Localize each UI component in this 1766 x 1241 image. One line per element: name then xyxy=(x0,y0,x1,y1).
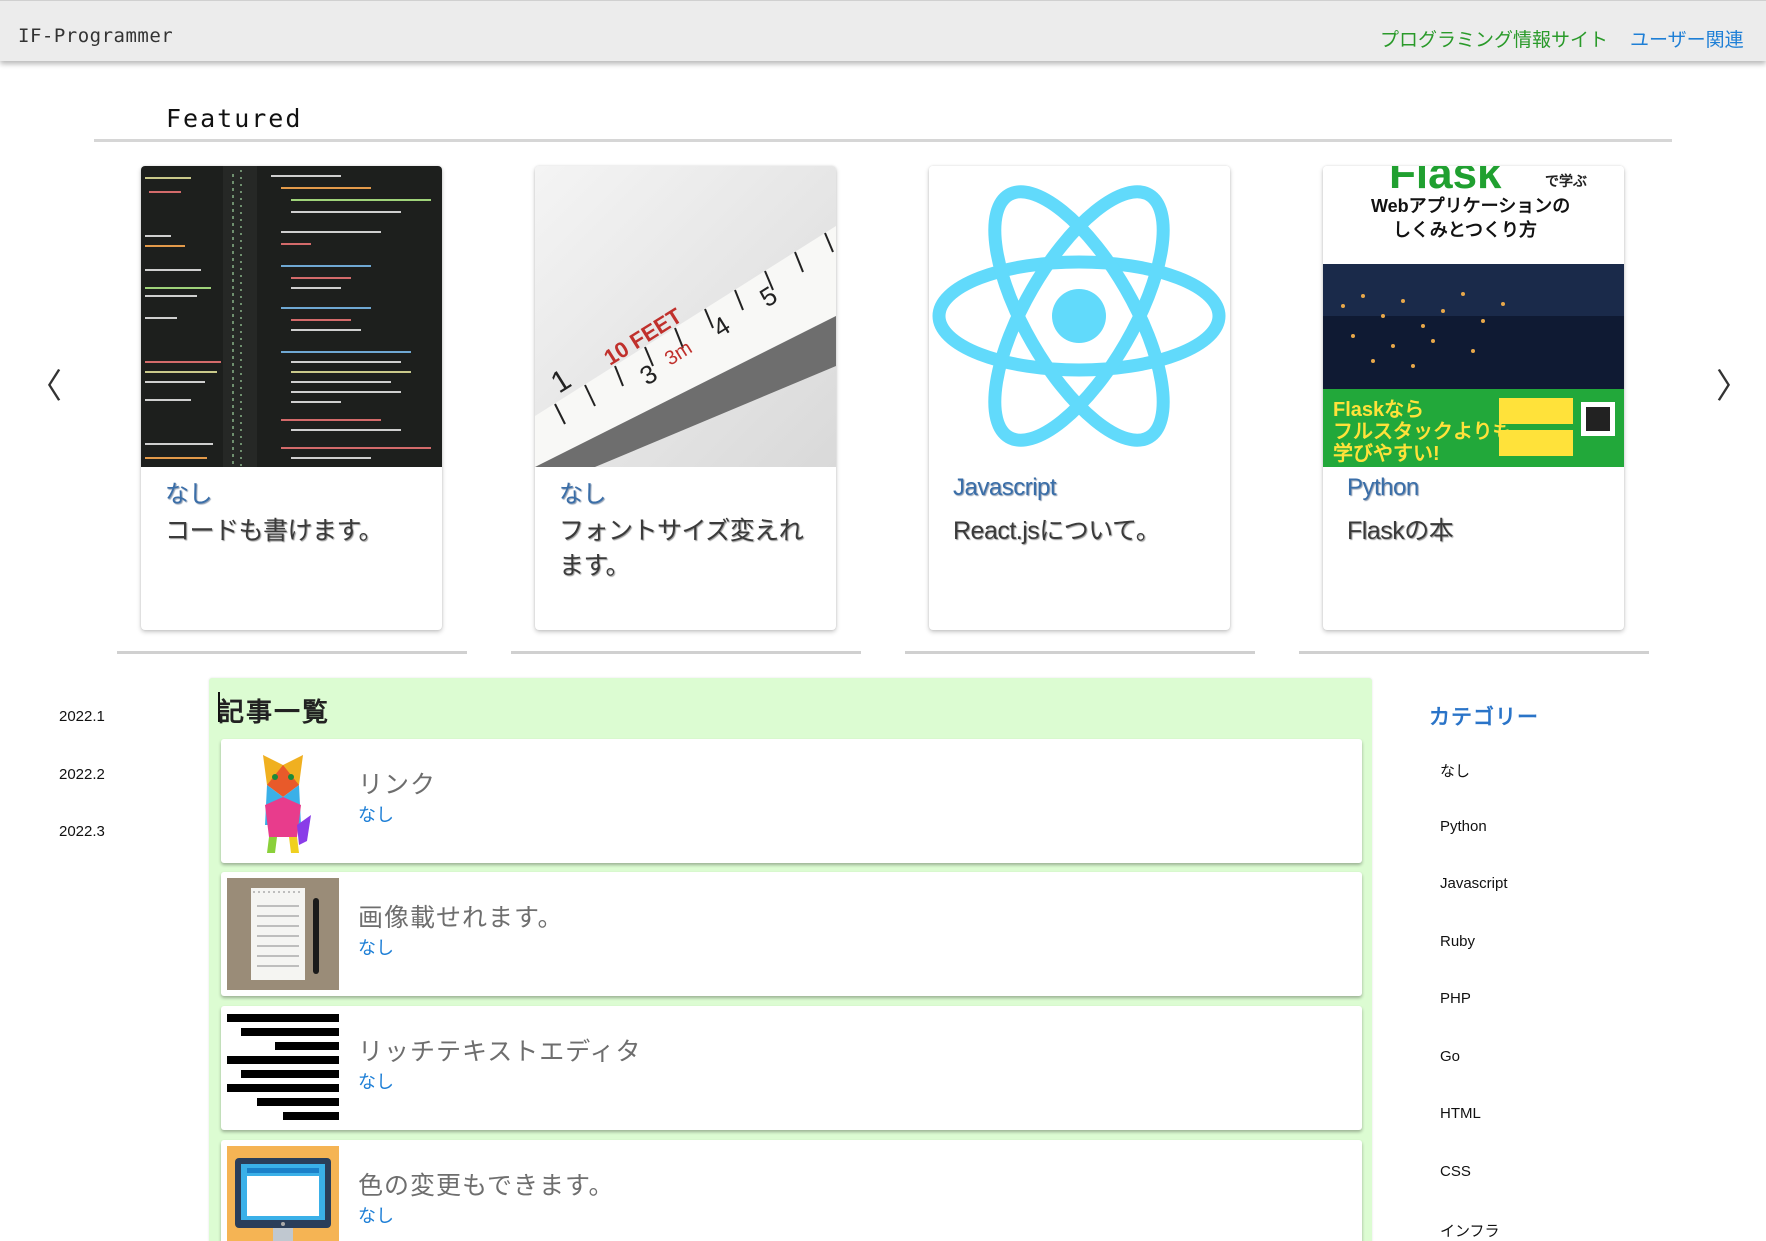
card-title: React.jsについて。 xyxy=(953,517,1161,545)
article-title[interactable]: 色の変更もできます。 xyxy=(358,1166,615,1202)
card-title: Flaskの本 xyxy=(1347,517,1454,545)
text-align-icon xyxy=(227,1012,339,1124)
card-title: コードも書けます。 xyxy=(165,517,384,545)
category-item[interactable]: Python xyxy=(1440,818,1487,835)
article-item[interactable]: リンク なし xyxy=(221,739,1362,863)
nav-link-programming-info[interactable]: プログラミング情報サイト xyxy=(1380,25,1608,52)
card-category[interactable]: Python xyxy=(1347,474,1419,502)
article-item[interactable]: 色の変更もできます。 なし xyxy=(221,1140,1362,1241)
featured-card[interactable]: Flask で学ぶ Webアプリケーションの しくみとつくり方 Flaskなら … xyxy=(1323,166,1624,630)
svg-text:Webアプリケーションの: Webアプリケーションの xyxy=(1371,195,1570,216)
featured-divider xyxy=(94,139,1672,142)
article-category[interactable]: なし xyxy=(358,1202,394,1228)
carousel-prev-arrow-icon[interactable]: 〈 xyxy=(28,370,62,404)
article-item[interactable]: リッチテキストエディタ なし xyxy=(221,1006,1362,1130)
featured-card[interactable]: Javascript React.jsについて。 xyxy=(929,166,1230,630)
article-category[interactable]: なし xyxy=(358,934,394,960)
colorful-cat-thumbnail xyxy=(227,745,339,857)
category-item[interactable]: なし xyxy=(1440,760,1470,781)
code-screenshot-image xyxy=(141,166,442,467)
archive-link[interactable]: 2022.3 xyxy=(59,823,105,840)
card-underline xyxy=(511,651,861,654)
notepad-pen-thumbnail xyxy=(227,878,339,990)
card-category[interactable]: なし xyxy=(165,474,213,509)
category-item[interactable]: Ruby xyxy=(1440,933,1475,950)
featured-card[interactable]: 1 10 FEET 3 3m 4 5 なし フォントサイズ変えれます。 xyxy=(535,166,836,630)
archive-link[interactable]: 2022.2 xyxy=(59,766,105,783)
top-navbar: IF-Programmer プログラミング情報サイト ユーザー関連 xyxy=(0,0,1766,61)
svg-text:Flaskなら: Flaskなら xyxy=(1333,398,1424,421)
card-category[interactable]: Javascript xyxy=(953,474,1057,502)
flask-book-cover-image: Flask で学ぶ Webアプリケーションの しくみとつくり方 Flaskなら … xyxy=(1323,166,1624,467)
card-underline xyxy=(117,651,467,654)
archive-link[interactable]: 2022.1 xyxy=(59,708,105,725)
featured-card[interactable]: なし コードも書けます。 xyxy=(141,166,442,630)
tape-measure-image: 1 10 FEET 3 3m 4 5 xyxy=(535,166,836,467)
category-item[interactable]: HTML xyxy=(1440,1105,1481,1122)
card-category[interactable]: なし xyxy=(559,474,607,509)
category-heading: カテゴリー xyxy=(1429,706,1539,729)
text-cursor xyxy=(218,692,220,722)
card-underline xyxy=(1299,651,1649,654)
nav-link-user[interactable]: ユーザー関連 xyxy=(1630,25,1744,52)
card-underline xyxy=(905,651,1255,654)
react-logo-image xyxy=(929,166,1230,467)
article-item[interactable]: 画像載せれます。 なし xyxy=(221,872,1362,996)
category-item[interactable]: PHP xyxy=(1440,990,1471,1007)
svg-text:Flask: Flask xyxy=(1389,166,1502,198)
category-item[interactable]: Javascript xyxy=(1440,875,1508,892)
article-category[interactable]: なし xyxy=(358,1068,394,1094)
svg-text:しくみとつくり方: しくみとつくり方 xyxy=(1393,219,1537,240)
card-title: フォントサイズ変えれます。 xyxy=(559,517,804,580)
monitor-icon xyxy=(227,1146,339,1241)
svg-text:フルスタックよりも: フルスタックよりも xyxy=(1333,420,1513,443)
category-item[interactable]: CSS xyxy=(1440,1163,1471,1180)
svg-text:学びやすい!: 学びやすい! xyxy=(1333,441,1440,465)
brand-logo[interactable]: IF-Programmer xyxy=(18,25,173,47)
article-category[interactable]: なし xyxy=(358,801,394,827)
featured-heading: Featured xyxy=(166,104,303,133)
article-title[interactable]: リッチテキストエディタ xyxy=(358,1032,642,1068)
category-item[interactable]: インフラ xyxy=(1440,1220,1500,1241)
article-title[interactable]: 画像載せれます。 xyxy=(358,898,564,934)
carousel-next-arrow-icon[interactable]: 〉 xyxy=(1716,370,1750,404)
article-list-heading: 記事一覧 xyxy=(218,697,331,727)
article-title[interactable]: リンク xyxy=(358,765,436,801)
svg-text:で学ぶ: で学ぶ xyxy=(1545,173,1587,189)
category-item[interactable]: Go xyxy=(1440,1048,1460,1065)
